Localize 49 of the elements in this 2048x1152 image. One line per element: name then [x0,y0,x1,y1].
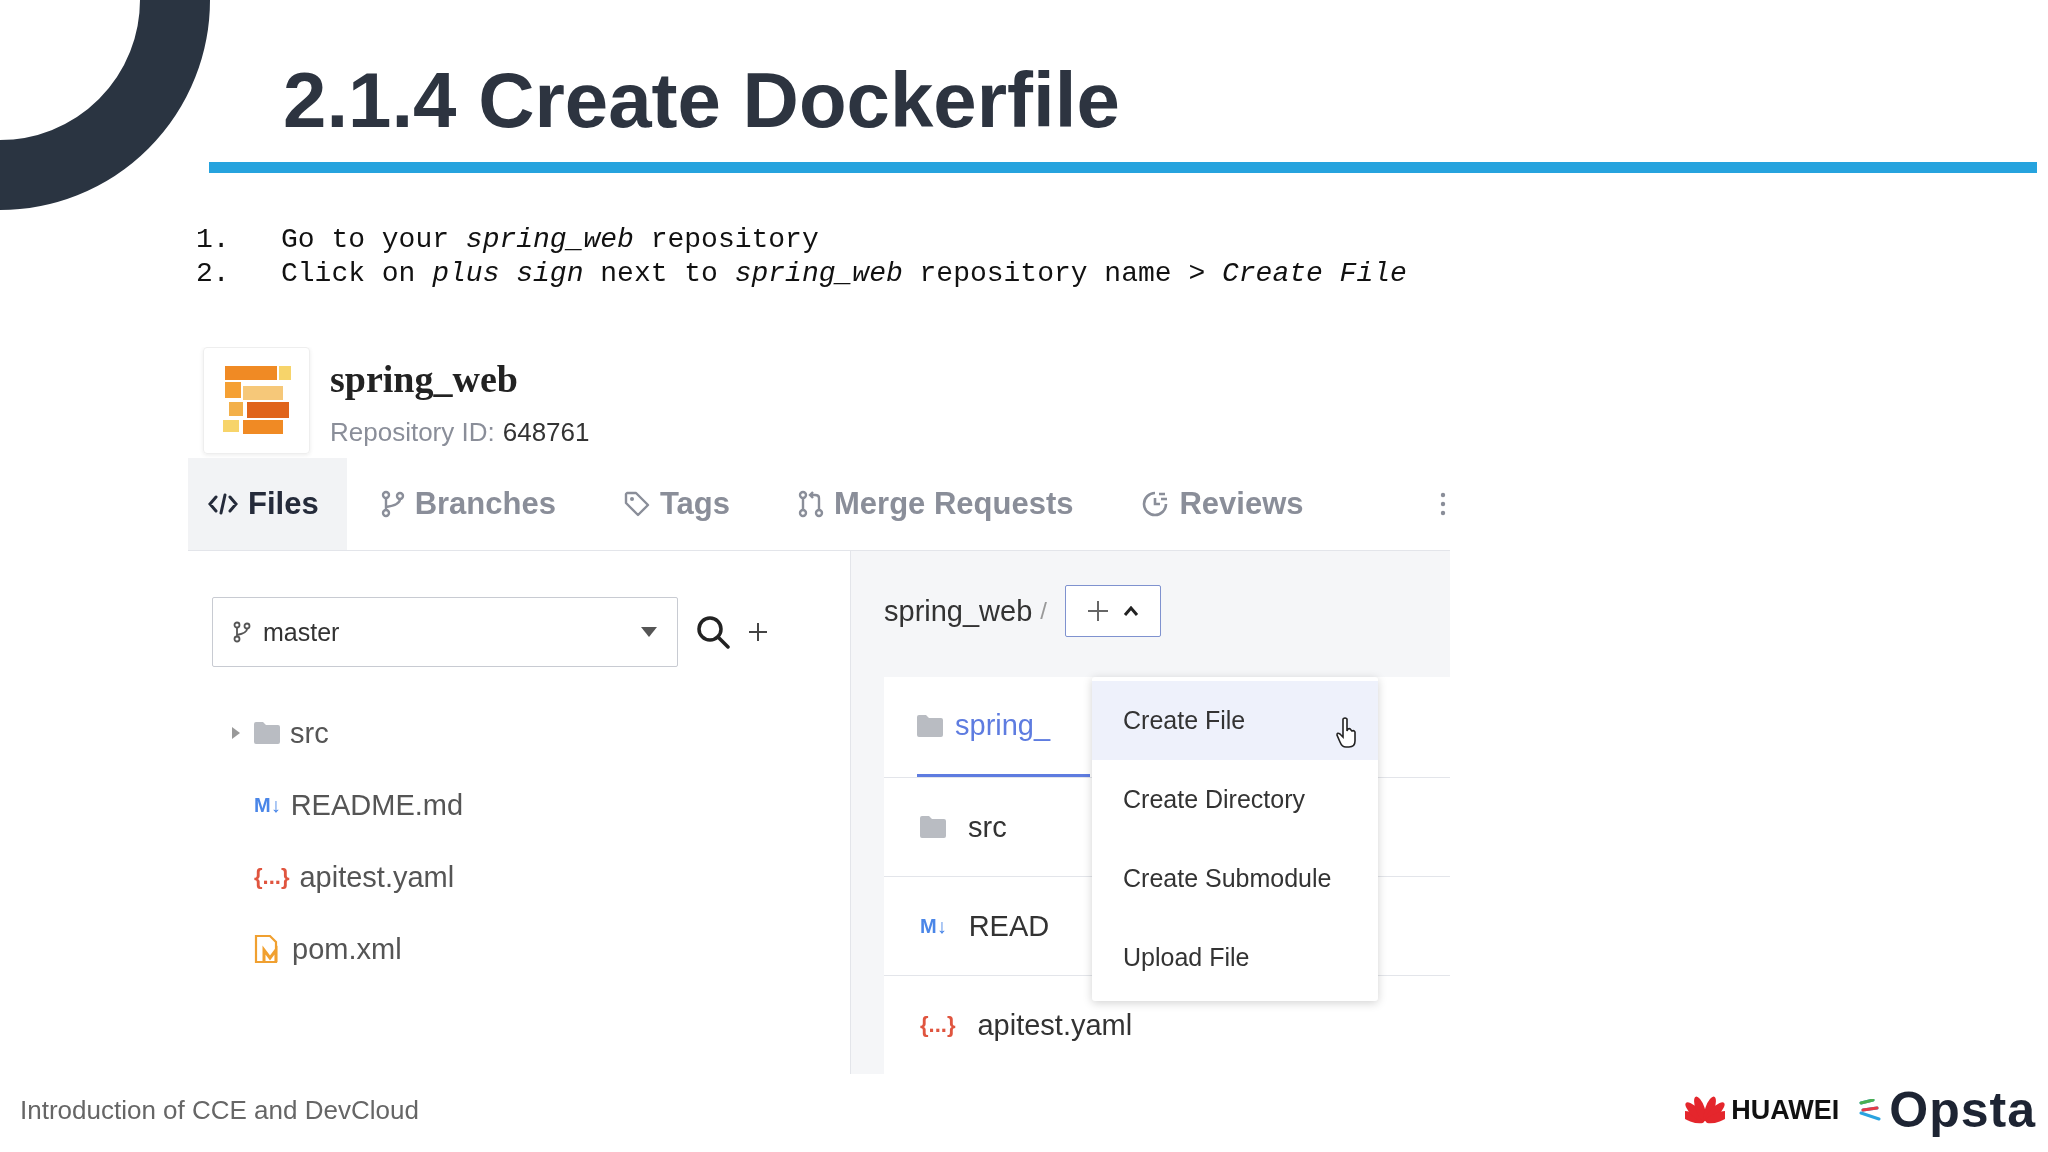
breadcrumb-link[interactable]: spring_web [884,594,1033,628]
file-name[interactable]: READ [968,909,1050,943]
menu-item[interactable]: Create Directory [1092,759,1378,839]
file-list-tab[interactable]: spring_ [917,677,1091,778]
clock-icon [1141,490,1170,519]
step-number: 2. [196,256,231,291]
merge-request-icon [798,490,824,519]
menu-item[interactable]: Upload File [1092,917,1378,997]
tab[interactable]: Files [188,458,347,551]
folder-icon [920,816,946,839]
braces-icon: {...} [920,1012,956,1039]
tag-icon [623,491,650,518]
add-button[interactable] [1065,585,1161,638]
file-name[interactable]: src [290,716,329,750]
search-icon[interactable] [696,615,730,650]
step-number: 1. [196,222,231,257]
menu-item[interactable]: Create File [1092,680,1378,760]
repo-id-value: 648761 [502,416,590,448]
plus-icon [1087,600,1109,623]
folder-icon [254,722,280,745]
file-name[interactable]: apitest.yaml [977,1008,1133,1042]
markdown-icon: M↓ [920,914,947,938]
caret-right-icon[interactable] [232,727,240,740]
step-text: Click on plus sign next to spring_web repository name > Create File [281,256,1407,291]
slide-title: 2.1.4 Create Dockerfile [283,55,1121,146]
braces-icon: {...} [254,864,290,891]
branch-icon [380,490,405,519]
logo-text: HUAWEI [1731,1094,1840,1126]
hand-cursor-icon [1336,716,1358,749]
branch-icon [233,621,251,644]
more-icon[interactable] [1440,492,1446,517]
footer-text: Introduction of CCE and DevCloud [20,1094,419,1126]
repo-id-label: Repository ID: [330,416,495,448]
file-name[interactable]: pom.xml [292,932,402,966]
step-text: Go to your spring_web repository [281,222,819,257]
breadcrumb-separator: / [1040,597,1047,626]
file-name[interactable]: src [968,810,1007,844]
caret-down-icon [641,627,657,638]
logo-text: Opsta [1889,1081,2036,1140]
file-name[interactable]: README.md [290,788,464,822]
code-icon [208,492,238,517]
menu-item[interactable]: Create Submodule [1092,838,1378,918]
markdown-icon: M↓ [254,793,281,817]
branch-select[interactable]: master [212,597,678,668]
repo-name: spring_web [330,356,519,401]
file-name[interactable]: apitest.yaml [299,860,455,894]
folder-icon [917,714,943,737]
caret-up-icon [1123,606,1139,617]
plus-icon[interactable] [748,622,768,643]
